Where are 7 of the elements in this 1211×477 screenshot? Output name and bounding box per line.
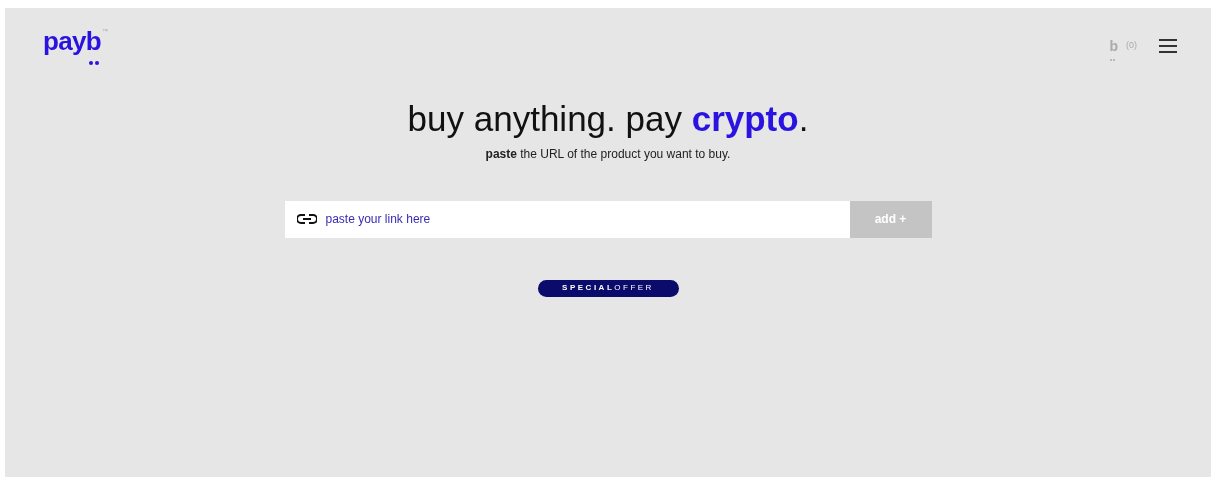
headline: buy anything. pay crypto. <box>407 98 809 140</box>
special-offer-badge[interactable]: SPECIALOFFER <box>537 279 679 297</box>
logo[interactable]: payb <box>43 26 102 56</box>
link-input-field[interactable]: paste your link here <box>284 200 850 238</box>
subtitle: paste the URL of the product you want to buy. <box>485 145 731 163</box>
link-icon <box>296 213 317 224</box>
menu-icon[interactable] <box>1159 39 1177 53</box>
